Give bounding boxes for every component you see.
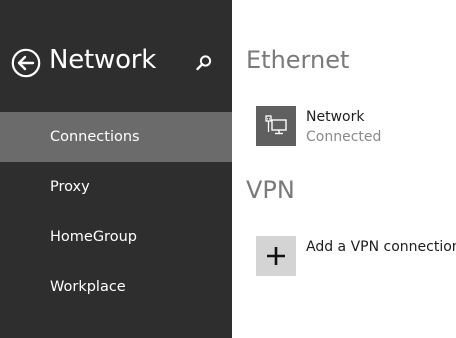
- ethernet-monitor-icon: [265, 115, 287, 135]
- nav-item-label: Proxy: [50, 179, 90, 195]
- nav-item-label: Connections: [50, 129, 140, 145]
- connection-status: Connected: [306, 129, 382, 145]
- plus-icon: [267, 247, 285, 265]
- nav-item-workplace[interactable]: Workplace: [0, 262, 232, 312]
- add-vpn-label: Add a VPN connection: [306, 239, 456, 255]
- pc-settings-network-window: Network Connections Proxy HomeGroup Work…: [0, 0, 456, 338]
- back-arrow-circle-icon: [11, 48, 41, 78]
- search-icon: [196, 55, 212, 71]
- nav-item-label: Workplace: [50, 279, 126, 295]
- nav-pane: Network Connections Proxy HomeGroup Work…: [0, 0, 232, 338]
- content-pane: Ethernet Network Connected VPN Add a VPN…: [232, 0, 456, 338]
- vpn-section-header: VPN: [246, 176, 295, 204]
- search-button[interactable]: [193, 52, 215, 74]
- nav-item-proxy[interactable]: Proxy: [0, 162, 232, 212]
- back-button[interactable]: [11, 48, 41, 78]
- ethernet-tile: [256, 106, 296, 146]
- connection-name: Network: [306, 109, 365, 125]
- add-vpn-tile: [256, 236, 296, 276]
- nav-item-label: HomeGroup: [50, 229, 137, 245]
- nav-item-homegroup[interactable]: HomeGroup: [0, 212, 232, 262]
- ethernet-section-header: Ethernet: [246, 46, 350, 74]
- nav-item-connections[interactable]: Connections: [0, 112, 232, 162]
- page-title: Network: [49, 45, 157, 75]
